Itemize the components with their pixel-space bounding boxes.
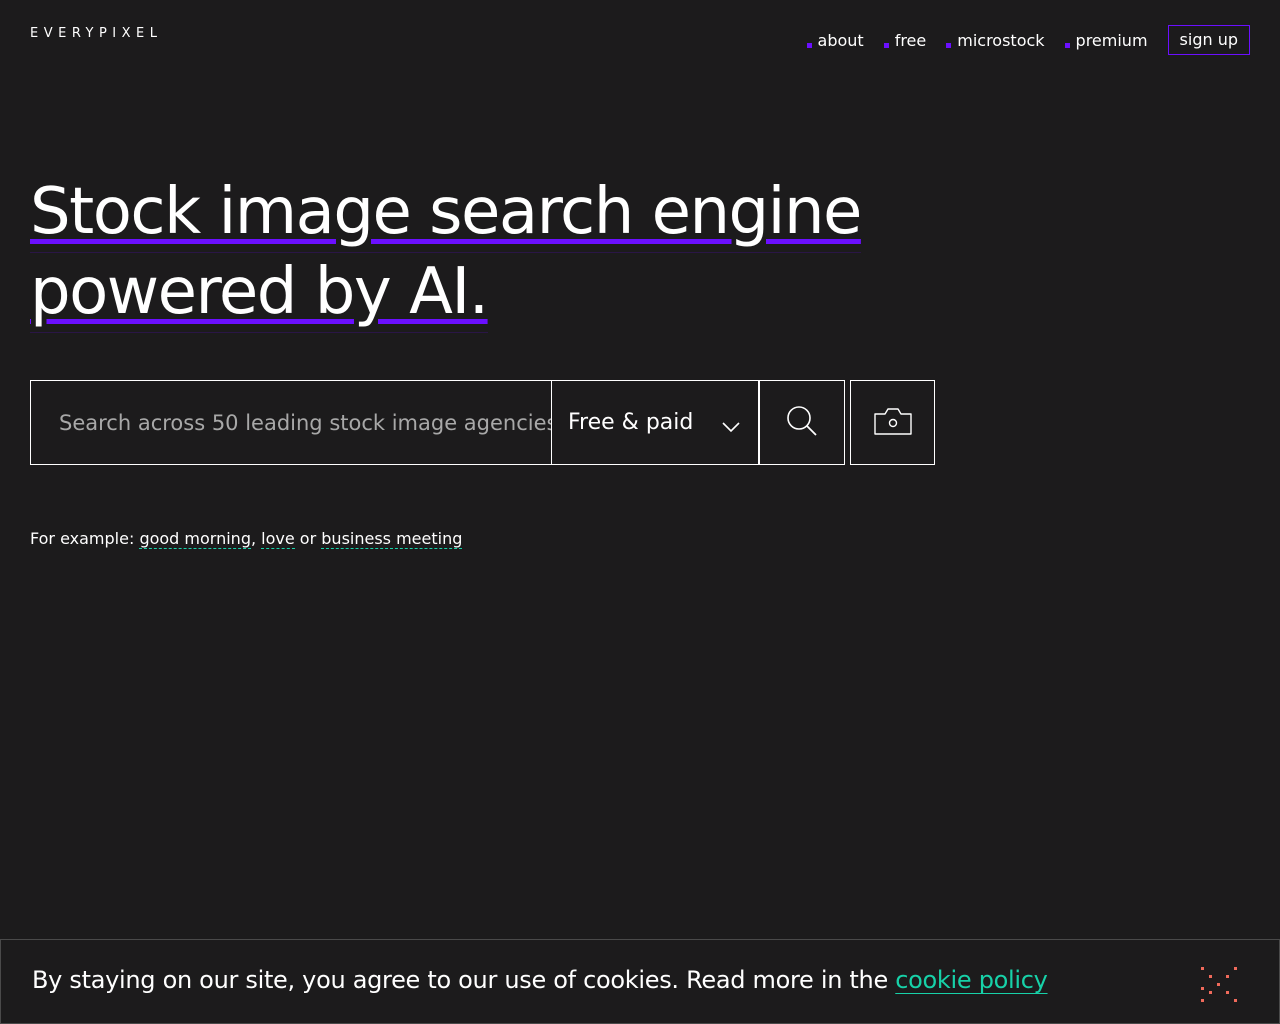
nav-item-free[interactable]: free <box>883 30 927 50</box>
nav-item-about[interactable]: about <box>806 30 864 50</box>
close-icon <box>1199 967 1239 1009</box>
nav-bullet <box>946 42 952 48</box>
nav-bullet <box>806 42 812 48</box>
cookie-message: By staying on our site, you agree to our… <box>32 966 1048 994</box>
headline-rule <box>30 332 488 333</box>
example-link-good-morning[interactable]: good morning <box>139 529 251 549</box>
example-link-love[interactable]: love <box>261 529 295 549</box>
image-search-button[interactable] <box>850 380 935 465</box>
cookie-policy-link[interactable]: cookie policy <box>895 966 1048 994</box>
headline-line-1: Stock image search engine <box>30 172 862 253</box>
search-bar: Free & paid <box>30 380 845 465</box>
license-filter-select[interactable]: Free & paid <box>552 380 759 465</box>
headline-text-1: Stock image search engine <box>30 175 862 249</box>
camera-icon <box>873 406 913 440</box>
nav-label: microstock <box>957 30 1045 50</box>
magnifier-icon <box>786 405 818 441</box>
cookie-close-button[interactable] <box>1199 965 1239 1005</box>
nav-bullet <box>1064 42 1070 48</box>
nav-item-premium[interactable]: premium <box>1064 30 1148 50</box>
search-box <box>30 380 552 465</box>
examples-separator: or <box>299 529 317 548</box>
hero-headline: Stock image search engine powered by AI. <box>30 172 862 333</box>
nav-label: premium <box>1075 30 1148 50</box>
cookie-banner: By staying on our site, you agree to our… <box>0 939 1280 1024</box>
signup-button[interactable]: sign up <box>1167 25 1250 55</box>
nav-label: about <box>817 30 864 50</box>
examples-separator: , <box>250 529 257 548</box>
logo[interactable]: EVERYPIXEL <box>30 26 163 41</box>
filter-selected-label: Free & paid <box>568 410 694 435</box>
examples-prefix: For example: <box>30 529 135 548</box>
headline-line-2: powered by AI. <box>30 252 489 333</box>
nav-item-microstock[interactable]: microstock <box>946 30 1045 50</box>
search-input[interactable] <box>31 381 551 464</box>
nav-label: free <box>894 30 927 50</box>
chevron-down-icon <box>722 414 740 439</box>
example-link-business-meeting[interactable]: business meeting <box>321 529 463 549</box>
top-nav: about free microstock premium sign up <box>806 25 1250 55</box>
headline-text-2: powered by AI. <box>30 255 489 329</box>
nav-bullet <box>883 42 889 48</box>
cookie-text: By staying on our site, you agree to our… <box>32 966 888 994</box>
search-examples: For example: good morning, love or busin… <box>30 529 463 549</box>
search-button[interactable] <box>759 380 845 465</box>
